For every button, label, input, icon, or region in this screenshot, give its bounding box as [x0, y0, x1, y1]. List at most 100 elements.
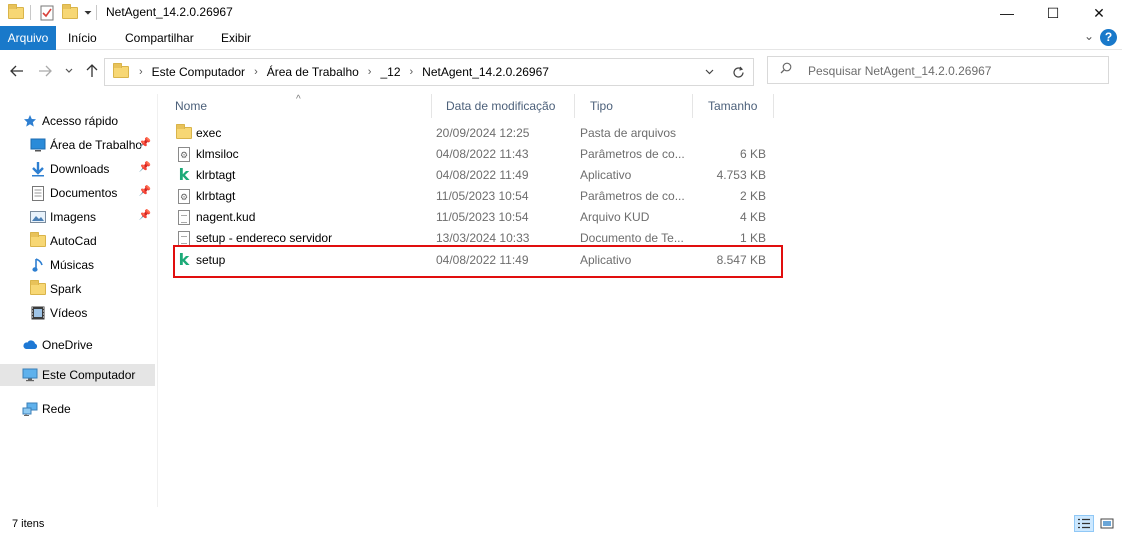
sidebar-item-musicas[interactable]: Músicas	[0, 254, 155, 276]
search-icon	[780, 62, 792, 77]
sidebar-item-downloads[interactable]: Downloads 📌	[0, 158, 155, 180]
details-view-icon[interactable]	[1074, 515, 1094, 532]
breadcrumb-netagent[interactable]: NetAgent_14.2.0.26967	[422, 65, 549, 79]
tab-arquivo[interactable]: Arquivo	[0, 26, 56, 50]
column-header-type[interactable]: Tipo	[575, 94, 693, 118]
ribbon-tabs: Arquivo Início Compartilhar Exibir ⌄ ?	[0, 26, 1122, 50]
file-type: Pasta de arquivos	[580, 126, 677, 140]
pane-divider[interactable]	[157, 94, 158, 507]
table-row[interactable]: exec 20/09/2024 12:25 Pasta de arquivos	[172, 123, 780, 144]
documents-icon	[30, 185, 46, 201]
sidebar-item-label: Documentos	[50, 186, 118, 200]
pin-icon[interactable]: 📌	[139, 138, 151, 149]
breadcrumb-este-computador[interactable]: Este Computador	[152, 65, 245, 79]
quick-access-toolbar-dropdown-icon[interactable]: ⏷	[84, 4, 92, 22]
sidebar-item-acesso-rapido[interactable]: Acesso rápido	[0, 110, 155, 132]
file-name: nagent.kud	[196, 210, 256, 224]
sidebar-item-imagens[interactable]: Imagens 📌	[0, 206, 155, 228]
file-name: klrbtagt	[196, 189, 236, 203]
file-list: Nome ^ Data de modificação Tipo Tamanho …	[160, 94, 1120, 507]
maximize-button[interactable]: ☐	[1030, 0, 1076, 26]
expand-ribbon-icon[interactable]: ⌄	[1084, 29, 1094, 43]
column-header-name[interactable]: Nome ^	[160, 94, 432, 118]
file-name: exec	[196, 126, 222, 140]
table-row[interactable]: k klrbtagt 04/08/2022 11:49 Aplicativo 4…	[172, 165, 780, 186]
pin-icon[interactable]: 📌	[139, 210, 151, 221]
file-size: 2 KB	[739, 189, 766, 203]
star-icon	[22, 113, 38, 129]
sidebar-item-videos[interactable]: Vídeos	[0, 302, 155, 324]
computer-icon	[22, 367, 38, 383]
refresh-button[interactable]	[724, 58, 754, 86]
column-header-date[interactable]: Data de modificação	[431, 94, 575, 118]
recent-locations-chevron-icon[interactable]	[62, 60, 76, 82]
table-row[interactable]: klmsiloc 04/08/2022 11:43 Parâmetros de …	[172, 144, 780, 165]
breadcrumb-chevron-icon[interactable]: ›	[410, 66, 414, 78]
table-row[interactable]: nagent.kud 11/05/2023 10:54 Arquivo KUD …	[172, 207, 780, 228]
tab-compartilhar[interactable]: Compartilhar	[125, 26, 194, 50]
address-dropdown-icon[interactable]	[695, 59, 723, 85]
sort-ascending-icon: ^	[296, 94, 301, 105]
address-bar[interactable]: › Este Computador › Área de Trabalho › _…	[104, 58, 754, 86]
sidebar-item-label: Vídeos	[50, 306, 88, 320]
tab-inicio[interactable]: Início	[68, 26, 97, 50]
column-header-size[interactable]: Tamanho	[693, 94, 774, 118]
folder-icon	[176, 124, 192, 141]
close-button[interactable]: ✕	[1076, 0, 1122, 26]
search-input[interactable]: Pesquisar NetAgent_14.2.0.26967	[767, 56, 1109, 84]
sidebar-item-label: Rede	[42, 402, 71, 416]
kaspersky-app-icon: k	[178, 165, 190, 184]
breadcrumb-chevron-icon[interactable]: ›	[254, 66, 258, 78]
cloud-icon	[22, 337, 38, 353]
file-date: 04/08/2022 11:49	[436, 168, 529, 182]
sidebar-item-documentos[interactable]: Documentos 📌	[0, 182, 155, 204]
file-icon	[176, 209, 192, 225]
videos-icon	[30, 305, 46, 321]
forward-arrow-icon[interactable]	[34, 60, 56, 82]
sidebar-item-rede[interactable]: Rede	[0, 398, 155, 420]
properties-icon[interactable]	[40, 4, 54, 22]
sidebar-item-label: OneDrive	[42, 338, 93, 352]
divider	[96, 5, 97, 20]
pictures-icon	[30, 209, 46, 225]
tab-exibir[interactable]: Exibir	[221, 26, 251, 50]
download-icon	[30, 161, 46, 177]
file-name: klmsiloc	[196, 147, 239, 161]
sidebar-item-este-computador[interactable]: Este Computador	[0, 364, 155, 386]
file-type: Parâmetros de co...	[580, 147, 685, 161]
sidebar-item-label: Spark	[50, 282, 82, 296]
pin-icon[interactable]: 📌	[139, 162, 151, 173]
file-type: Aplicativo	[580, 168, 632, 182]
file-size	[692, 123, 766, 144]
table-row[interactable]: klrbtagt 11/05/2023 10:54 Parâmetros de …	[172, 186, 780, 207]
settings-file-icon	[176, 146, 192, 162]
search-placeholder: Pesquisar NetAgent_14.2.0.26967	[808, 64, 992, 78]
file-date: 11/05/2023 10:54	[436, 210, 529, 224]
file-date: 20/09/2024 12:25	[436, 126, 530, 140]
breadcrumb-chevron-icon[interactable]: ›	[368, 66, 372, 78]
status-bar: 7 itens	[0, 507, 1122, 537]
music-icon	[30, 257, 46, 273]
breadcrumb-chevron-icon[interactable]: ›	[139, 66, 143, 78]
back-arrow-icon[interactable]	[6, 60, 28, 82]
sidebar-item-label: Área de Trabalho	[50, 138, 143, 152]
sidebar-item-area-de-trabalho[interactable]: Área de Trabalho 📌	[0, 134, 155, 156]
minimize-button[interactable]: —	[984, 0, 1030, 26]
up-arrow-icon[interactable]	[82, 60, 102, 82]
divider	[30, 5, 31, 20]
folder-icon	[113, 63, 129, 78]
sidebar-item-autocad[interactable]: AutoCad	[0, 230, 155, 252]
highlight-box	[173, 245, 783, 278]
new-folder-icon[interactable]	[62, 4, 78, 22]
sidebar-item-onedrive[interactable]: OneDrive	[0, 334, 155, 356]
pin-icon[interactable]: 📌	[139, 186, 151, 197]
navigation-bar: › Este Computador › Área de Trabalho › _…	[0, 50, 1122, 94]
breadcrumb-12[interactable]: _12	[380, 65, 400, 79]
help-icon[interactable]: ?	[1100, 29, 1117, 46]
breadcrumb-area-de-trabalho[interactable]: Área de Trabalho	[267, 65, 359, 79]
large-icons-view-icon[interactable]	[1097, 515, 1117, 532]
sidebar-item-spark[interactable]: Spark	[0, 278, 155, 300]
file-size: 4.753 KB	[716, 168, 766, 182]
sidebar-item-label: Este Computador	[42, 368, 136, 382]
sidebar-item-label: Músicas	[50, 258, 95, 272]
